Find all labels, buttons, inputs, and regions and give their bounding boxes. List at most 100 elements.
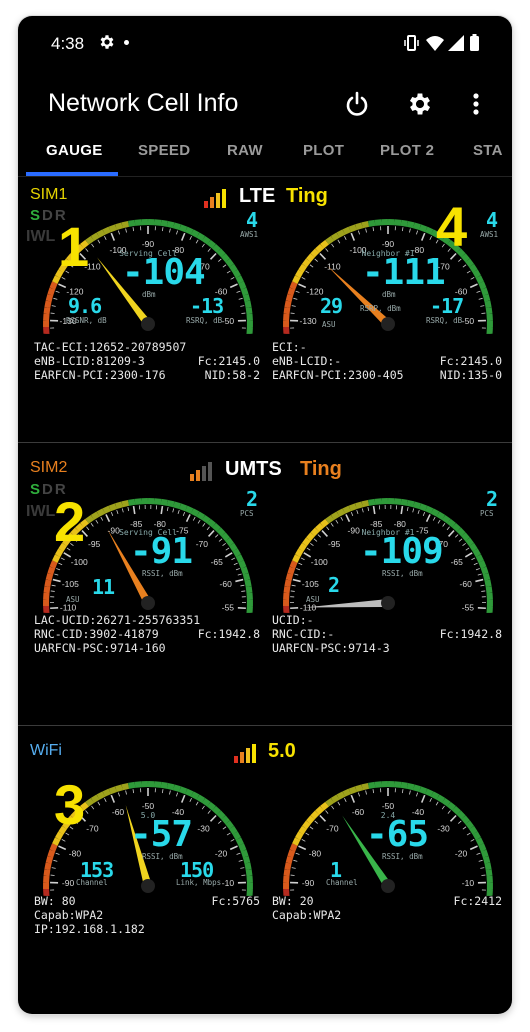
wifi-icon xyxy=(426,36,444,51)
gauge-unit: RSSI, dBm xyxy=(382,852,423,861)
gauge-band: 2 xyxy=(486,487,498,511)
gauge-band-label: AWS1 xyxy=(480,230,499,239)
wifi-5ghz-gauge: -100-90-80-70-60-50-40-30-20-1005.0-57RS… xyxy=(30,770,266,896)
gauge-unit: RSSI, dBm xyxy=(382,569,423,578)
gauge-tick-label: -50 xyxy=(382,801,395,811)
gauge-sub-left-label2: RSRP, dBm xyxy=(360,304,401,313)
gauge-number-label: 2 xyxy=(54,490,86,553)
sim1-carrier: Ting xyxy=(286,185,328,207)
gauge-tick-label: -50 xyxy=(142,801,155,811)
status-bar: 4:38 xyxy=(18,16,512,72)
gauge-tick-label: -65 xyxy=(211,557,224,567)
battery-icon xyxy=(470,34,479,51)
wifi-24ghz-gauge: -100-90-80-70-60-50-40-30-20-1002.4-65RS… xyxy=(270,770,506,896)
gauge-tick-label: -55 xyxy=(462,602,475,612)
gauge-tick-label: -90 xyxy=(302,878,315,888)
status-time: 4:38 xyxy=(51,34,85,53)
gauge-tick-label: -105 xyxy=(302,579,319,589)
sim2-info-right-right: Fc:1942.8 xyxy=(439,627,502,641)
sim2-section: SIM2 SDR IWL UMTS Ting -115-110-105-100-… xyxy=(18,443,512,725)
gauge-sub-right-label: RSRQ, dB xyxy=(186,316,223,325)
wifi-band: 5.0 xyxy=(268,740,296,762)
phone-screen: 4:38 Network Cell Info GAUGE SPEED RAW P… xyxy=(18,16,512,1014)
sim1-label: SIM1 xyxy=(30,186,68,203)
wifi-info-right-right: Fc:2412 xyxy=(453,894,502,908)
gauge-sub-left-label: Channel xyxy=(76,878,108,887)
gauge-sub-left-label: ASU xyxy=(66,595,80,604)
signal-bars-icon xyxy=(190,462,212,481)
gauge-sub-left: 2 xyxy=(328,573,340,597)
gauge-tick-label: -55 xyxy=(222,602,235,612)
sim1-info-right-right: Fc:2145.0 NID:135-0 xyxy=(439,354,502,382)
gauge-value: -104 xyxy=(122,252,206,293)
gauge-sub-left-label: RSSNR, dB xyxy=(66,316,107,325)
umts-neighbor-gauge: -115-110-105-100-95-90-85-80-75-70-65-60… xyxy=(270,487,506,613)
gauge-band: 2 xyxy=(246,487,258,511)
gauge-tick-label: -60 xyxy=(112,807,125,817)
sim2-info-left-right: Fc:1942.8 xyxy=(197,627,260,641)
gauge-tick-label: -110 xyxy=(324,261,341,271)
gauge-value: -109 xyxy=(360,531,444,572)
gauge-tick-label: -95 xyxy=(88,539,101,549)
gauge-band-label: PCS xyxy=(480,509,494,518)
gauge-tick-label: -70 xyxy=(86,823,99,833)
gauge-tick-label: -130 xyxy=(300,316,317,326)
gauge-tick-label: -30 xyxy=(197,823,210,833)
gauge-tick-label: -60 xyxy=(460,579,473,589)
gauge-sub-left-label: Channel xyxy=(326,878,358,887)
gauge-tick-label: -65 xyxy=(451,557,464,567)
tab-plot[interactable]: PLOT xyxy=(303,142,344,159)
sim2-tech: UMTS xyxy=(225,458,282,480)
gauge-tick-label: -80 xyxy=(69,848,82,858)
gauge-tick-label: -90 xyxy=(348,526,361,536)
gear-icon xyxy=(100,35,114,49)
tab-speed[interactable]: SPEED xyxy=(138,142,190,159)
tab-stats[interactable]: STA xyxy=(473,142,503,159)
gauge-sub-left: 9.6 xyxy=(68,294,102,318)
gauge-band: 4 xyxy=(246,208,258,232)
sim1-tech: LTE xyxy=(239,185,276,207)
tab-raw[interactable]: RAW xyxy=(227,142,263,159)
sim1-info-right: ECI:- eNB-LCID:- EARFCN-PCI:2300-405 xyxy=(272,340,404,382)
gauge-unit: dBm xyxy=(382,290,396,299)
lte-serving-gauge: -140-130-120-110-100-90-80-70-60-50-40Se… xyxy=(30,208,266,334)
more-vert-icon[interactable] xyxy=(462,90,490,118)
tab-gauge[interactable]: GAUGE xyxy=(46,142,103,159)
wifi-label: WiFi xyxy=(30,742,62,759)
gauge-tick-label: -90 xyxy=(382,239,395,249)
gauge-tick-label: -50 xyxy=(462,316,475,326)
gauge-band-label: PCS xyxy=(240,509,254,518)
gauge-tick-label: -100 xyxy=(311,557,328,567)
gauge-sub-right: -17 xyxy=(430,294,464,318)
notification-dot xyxy=(124,40,129,45)
gauge-value: -57 xyxy=(130,814,193,855)
gauge-sub-left: 29 xyxy=(320,294,343,318)
sim1-info-left-right: Fc:2145.0 NID:58-2 xyxy=(197,354,260,382)
lte-neighbor-gauge: -140-130-120-110-100-90-80-70-60-50-40Ne… xyxy=(270,195,506,334)
settings-icon[interactable] xyxy=(406,90,434,118)
gauge-tick-label: -10 xyxy=(462,878,475,888)
gauge-tick-label: -100 xyxy=(71,557,88,567)
tab-plot-2[interactable]: PLOT 2 xyxy=(380,142,434,159)
gauge-number-label: 1 xyxy=(58,215,90,278)
gauge-sub-right-label: Link, Mbps xyxy=(176,878,222,887)
gauge-sub-left: 11 xyxy=(92,575,115,599)
gauge-tick-label: -70 xyxy=(196,539,209,549)
gauge-number-label: 4 xyxy=(436,195,468,258)
signal-icon xyxy=(448,35,464,51)
sim2-carrier: Ting xyxy=(300,458,342,480)
sim1-info-left: TAC-ECI:12652-20789507 eNB-LCID:81209-3 EA… xyxy=(34,340,187,382)
signal-bars-icon xyxy=(204,189,226,208)
gauge-tick-label: -30 xyxy=(437,823,450,833)
gauge-tick-label: -50 xyxy=(222,316,235,326)
gauge-value: -65 xyxy=(366,814,429,855)
gauge-unit: RSSI, dBm xyxy=(142,569,183,578)
gauge-value: -111 xyxy=(362,252,446,293)
gauge-tick-label: -60 xyxy=(220,579,233,589)
signal-bars-icon xyxy=(234,744,256,763)
vibrate-icon xyxy=(404,35,419,51)
gauge-sub-right: -13 xyxy=(190,294,224,318)
gauge-tick-label: -90 xyxy=(62,878,75,888)
app-title: Network Cell Info xyxy=(48,89,239,117)
power-icon[interactable] xyxy=(343,90,371,118)
